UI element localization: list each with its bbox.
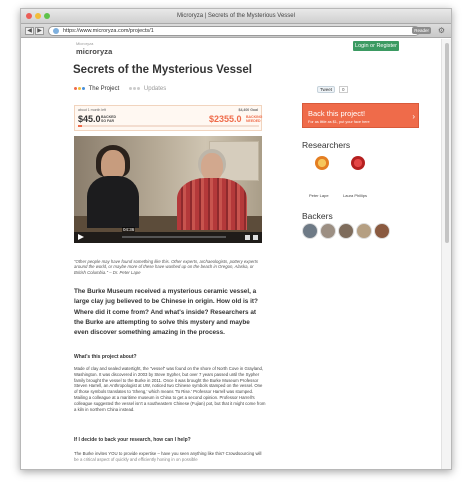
site-logo[interactable]: microryza xyxy=(76,47,112,56)
back-arrow-icon[interactable]: ◀ xyxy=(25,27,34,35)
video-player[interactable]: 04:36 xyxy=(74,136,262,243)
browser-window: Microryza | Secrets of the Mysterious Ve… xyxy=(20,8,452,470)
video-seek-bar[interactable] xyxy=(122,236,226,238)
page-content: Microryza microryza Login or Register Se… xyxy=(21,39,441,469)
window-controls xyxy=(26,13,50,19)
person-body xyxy=(87,176,139,228)
backers-list xyxy=(302,223,390,239)
tweet-button[interactable]: Tweet xyxy=(317,86,336,93)
tab-dots-icon xyxy=(74,86,85,90)
url-text: https://www.microryza.com/projects/1 xyxy=(63,28,154,34)
backers-heading: Backers xyxy=(302,211,333,221)
login-button[interactable]: Login or Register xyxy=(353,41,399,51)
globe-icon xyxy=(53,28,59,34)
tab-label: Updates xyxy=(143,86,167,92)
backer-avatar[interactable] xyxy=(356,223,372,239)
address-bar[interactable]: https://www.microryza.com/projects/1 xyxy=(48,26,420,36)
chevron-right-icon: › xyxy=(412,112,415,121)
funding-goal: $4,400 Goal xyxy=(238,108,258,112)
project-intro: The Burke Museum received a mysterious c… xyxy=(74,288,258,337)
video-controls xyxy=(74,232,262,243)
backer-avatar[interactable] xyxy=(374,223,390,239)
browser-toolbar: ◀ ▶ https://www.microryza.com/projects/1… xyxy=(21,24,451,38)
tab-label: The Project xyxy=(88,86,120,92)
back-project-subtitle: For as little as $1, put your face here xyxy=(308,120,370,124)
person-face xyxy=(201,153,223,181)
funding-progress-fill xyxy=(78,125,82,127)
minimize-icon[interactable] xyxy=(35,13,41,19)
section-heading: What's this project about? xyxy=(74,354,137,360)
bottom-fade xyxy=(21,455,441,469)
title-bar: Microryza | Secrets of the Mysterious Ve… xyxy=(21,9,451,24)
researcher-quote: "Other people may have found something l… xyxy=(74,259,259,275)
researcher-name[interactable]: Peter Lape xyxy=(309,193,329,198)
researcher-avatar[interactable] xyxy=(351,156,365,170)
page-title: Secrets of the Mysterious Vessel xyxy=(73,64,252,76)
backer-avatar[interactable] xyxy=(320,223,336,239)
back-project-title: Back this project! xyxy=(308,109,366,118)
backer-avatar[interactable] xyxy=(302,223,318,239)
funding-progress-bar xyxy=(78,125,259,127)
funding-panel: about 1 month left $4,400 Goal $45.0 BAC… xyxy=(74,105,262,131)
close-icon[interactable] xyxy=(26,13,32,19)
backer-avatar[interactable] xyxy=(338,223,354,239)
needed-amount: $2355.0 xyxy=(209,114,242,124)
time-left: about 1 month left xyxy=(78,108,107,112)
zoom-icon[interactable] xyxy=(44,13,50,19)
needed-label: BACKING NEEDED xyxy=(246,115,263,123)
researchers-heading: Researchers xyxy=(302,140,351,150)
tab-updates[interactable]: Updates xyxy=(129,86,166,92)
researcher-name[interactable]: Laura Phillips xyxy=(343,193,367,198)
scrollbar-thumb[interactable] xyxy=(445,43,449,243)
gear-icon[interactable]: ⚙ xyxy=(437,26,446,35)
tweet-count: 0 xyxy=(339,86,348,93)
play-icon[interactable] xyxy=(78,234,84,240)
section-heading: If I decide to back your research, how c… xyxy=(74,437,191,443)
backed-label: BACKED SO FAR xyxy=(101,115,116,123)
logo-tagline: Microryza xyxy=(76,41,94,46)
reader-button[interactable]: Reader xyxy=(412,27,431,34)
backed-amount: $45.0 xyxy=(78,114,101,124)
section-body: Made of clay and sealed watertight, the … xyxy=(74,366,266,412)
back-project-button[interactable]: Back this project! For as little as $1, … xyxy=(302,103,419,128)
forward-arrow-icon[interactable]: ▶ xyxy=(35,27,44,35)
tab-the-project[interactable]: The Project xyxy=(74,86,119,92)
project-tabs: The Project Updates xyxy=(74,86,166,92)
tab-dots-icon xyxy=(129,86,141,90)
person-body xyxy=(177,178,247,230)
window-title: Microryza | Secrets of the Mysterious Ve… xyxy=(177,13,295,19)
volume-icon[interactable] xyxy=(245,235,250,240)
fullscreen-icon[interactable] xyxy=(253,235,258,240)
researcher-avatar[interactable] xyxy=(315,156,329,170)
vertical-scrollbar[interactable] xyxy=(441,39,451,469)
